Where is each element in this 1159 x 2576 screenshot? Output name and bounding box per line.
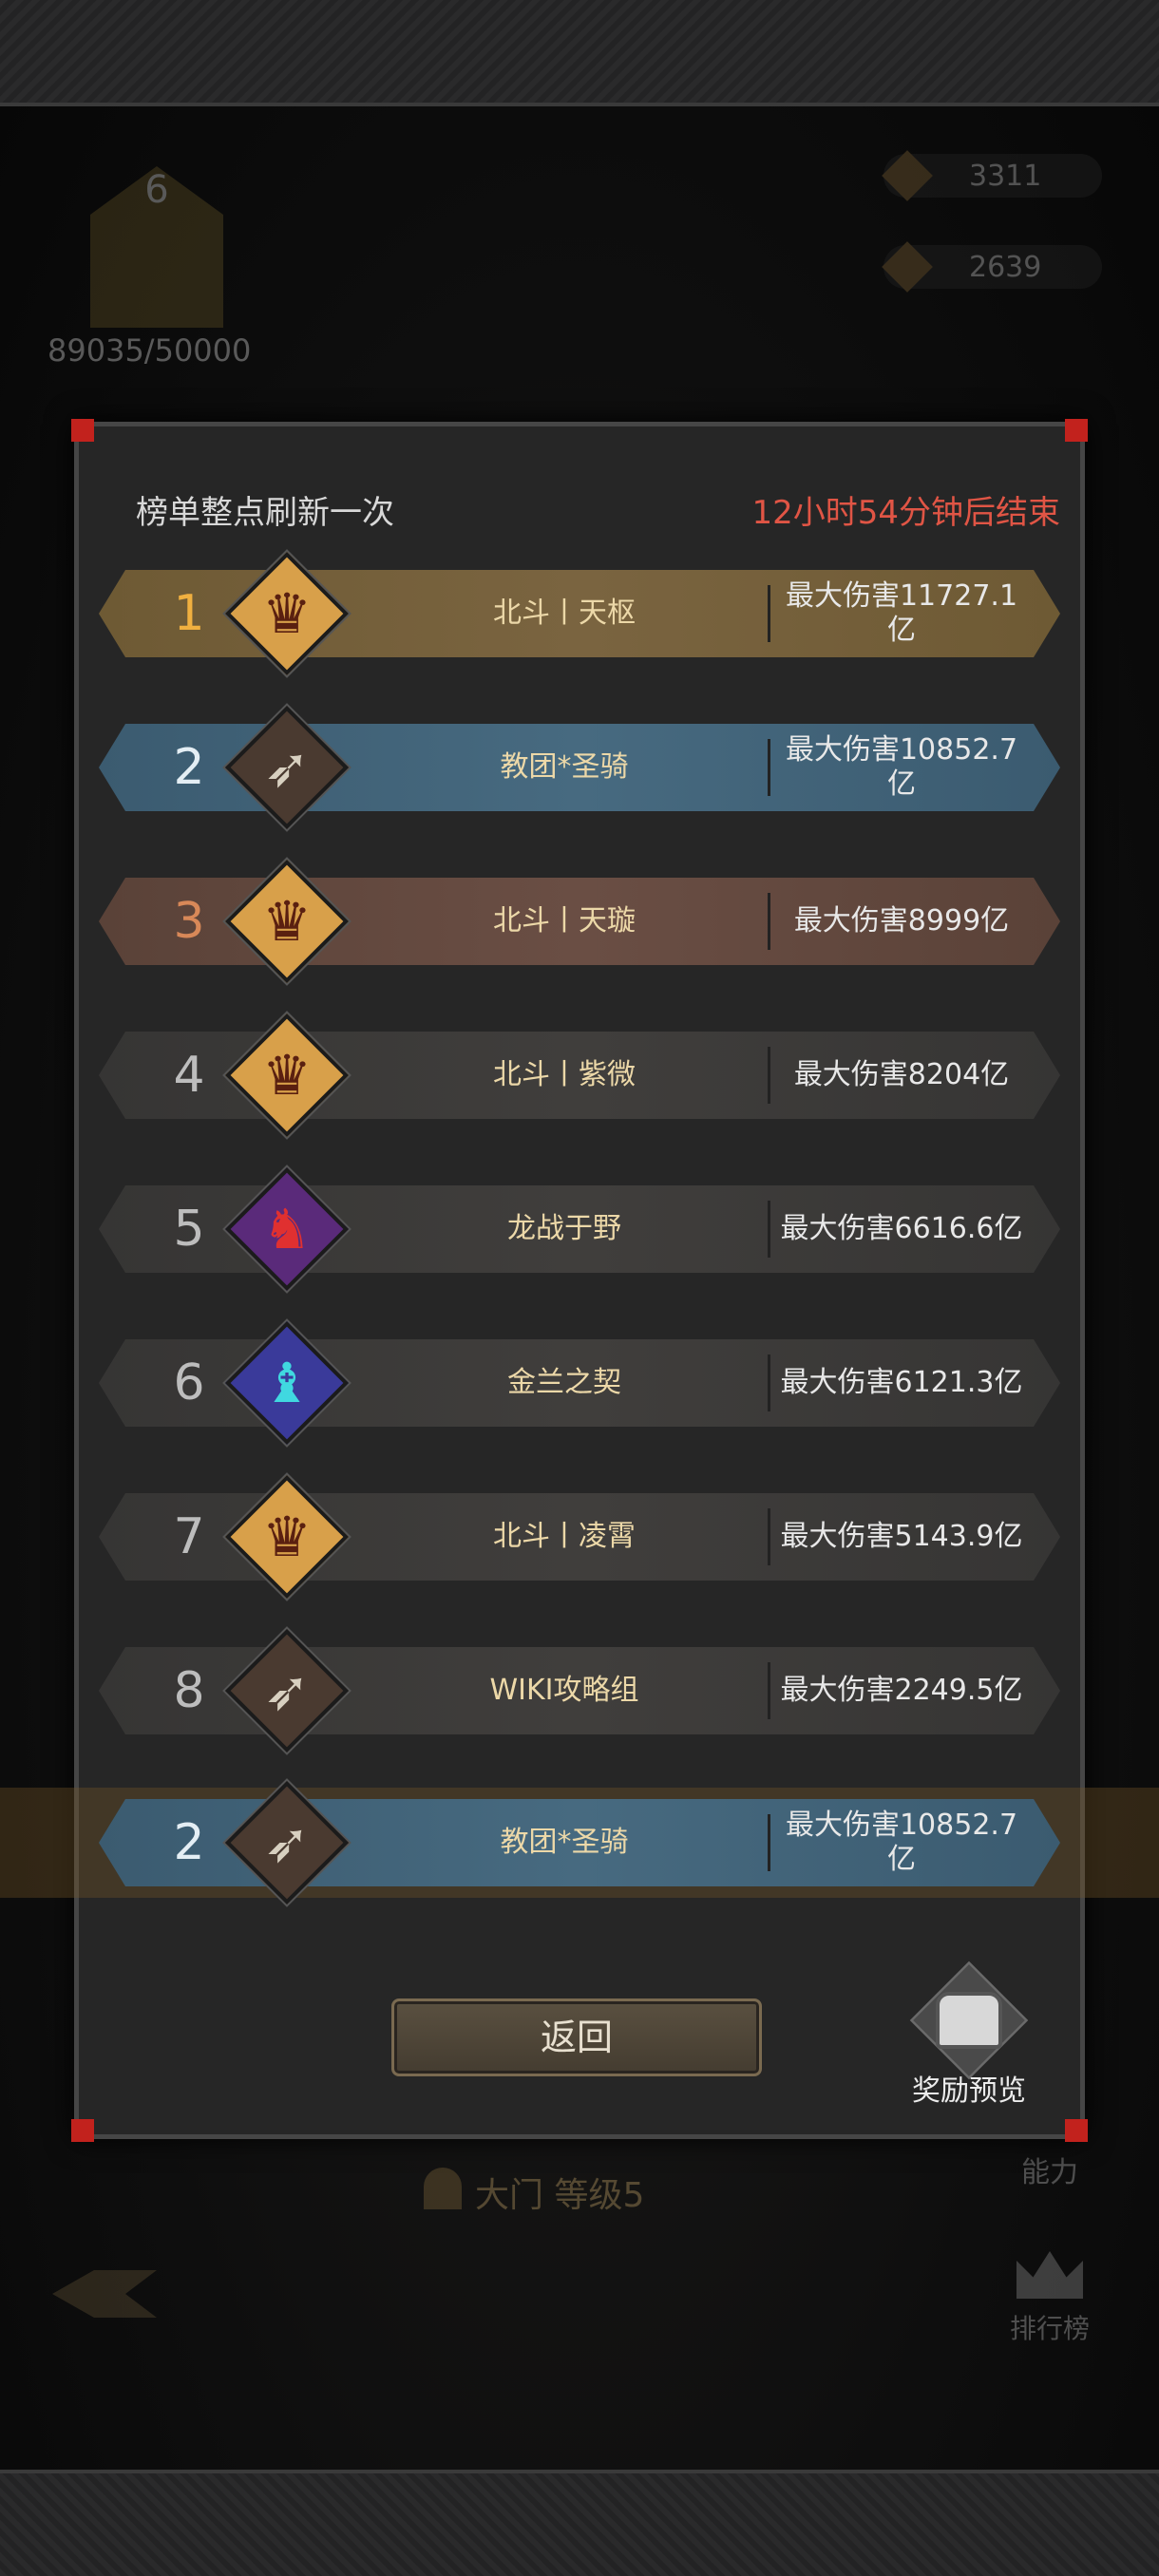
back-button[interactable]: 返回 — [391, 1998, 762, 2076]
gate-label: 大门 等级5 — [424, 2168, 645, 2217]
nav-back-arrow[interactable] — [52, 2270, 157, 2318]
ranking-row-4[interactable]: 4 ♛ 北斗丨紫微 最大伤害8204亿 — [99, 1013, 1060, 1138]
divider — [768, 1354, 770, 1411]
reward-preview-label: 奖励预览 — [912, 2074, 1026, 2108]
gate-level-text: 大门 等级5 — [475, 2176, 645, 2215]
guild-name: 龙战于野 — [507, 1212, 621, 1245]
resource-2: 2639 — [882, 241, 1102, 293]
guild-emblem: ➶ — [224, 705, 350, 830]
guild-name: 北斗丨凌霄 — [493, 1520, 636, 1553]
leaderboard-label: 排行榜 — [1009, 2313, 1090, 2344]
lion-crest-icon: ♛ — [262, 1505, 312, 1569]
guild-emblem: ➶ — [224, 1628, 350, 1753]
bow-icon: ➶ — [263, 1810, 311, 1875]
max-damage: 最大伤害10852.7亿 — [785, 733, 1018, 801]
level-badge[interactable]: 6 — [66, 157, 247, 337]
lion-crest-icon: ♛ — [262, 581, 312, 646]
max-damage: 最大伤害6616.6亿 — [780, 1212, 1023, 1245]
ranking-row-7[interactable]: 7 ♛ 北斗丨凌霄 最大伤害5143.9亿 — [99, 1474, 1060, 1600]
guild-emblem: ♛ — [224, 551, 350, 676]
resource-1-value: 3311 — [969, 160, 1042, 193]
divider — [768, 739, 770, 796]
gate-icon — [424, 2168, 462, 2209]
max-damage: 最大伤害8204亿 — [793, 1058, 1010, 1091]
resource-1: 3311 — [882, 150, 1102, 201]
ranking-row-6[interactable]: 6 ♝ 金兰之契 最大伤害6121.3亿 — [99, 1320, 1060, 1446]
guild-name: 北斗丨紫微 — [493, 1058, 636, 1091]
divider — [768, 1201, 770, 1258]
guild-name: WIKI攻略组 — [489, 1674, 639, 1707]
refresh-note: 榜单整点刷新一次 — [136, 494, 394, 532]
max-damage: 最大伤害6121.3亿 — [780, 1366, 1023, 1399]
dragon-icon: ♞ — [262, 1197, 312, 1261]
crown-icon — [1016, 2251, 1083, 2299]
lion-crest-icon: ♛ — [262, 1043, 312, 1108]
divider — [768, 1047, 770, 1104]
mage-icon: ♝ — [262, 1351, 312, 1415]
divider — [768, 1662, 770, 1719]
lion-crest-icon: ♛ — [262, 889, 312, 954]
ranking-row-1[interactable]: 1 ♛ 北斗丨天枢 最大伤害11727.1亿 — [99, 551, 1060, 676]
leaderboard-button[interactable]: 排行榜 — [998, 2251, 1102, 2365]
guild-name: 教团*圣骑 — [500, 1826, 629, 1859]
divider — [768, 1814, 770, 1871]
divider — [768, 585, 770, 642]
guild-emblem: ➶ — [224, 1780, 350, 1905]
reward-preview-button[interactable]: 奖励预览 — [902, 1960, 1036, 2111]
ranking-row-2[interactable]: 2 ➶ 教团*圣骑 最大伤害10852.7亿 — [99, 705, 1060, 830]
guild-name: 北斗丨天枢 — [493, 597, 636, 630]
ranking-row-5[interactable]: 5 ♞ 龙战于野 最大伤害6616.6亿 — [99, 1166, 1060, 1292]
progress-text: 89035/50000 — [48, 332, 252, 369]
bow-icon: ➶ — [263, 1658, 311, 1723]
guild-emblem: ♛ — [224, 859, 350, 984]
level-number: 6 — [144, 168, 169, 212]
max-damage: 最大伤害10852.7亿 — [785, 1809, 1018, 1876]
corner-ornament — [71, 2119, 94, 2142]
guild-name: 教团*圣骑 — [500, 750, 629, 784]
guild-emblem: ♛ — [224, 1474, 350, 1600]
arrow-left-icon — [52, 2270, 157, 2318]
guild-emblem: ♝ — [224, 1320, 350, 1446]
max-damage: 最大伤害2249.5亿 — [780, 1674, 1023, 1707]
ranking-row-8[interactable]: 8 ➶ WIKI攻略组 最大伤害2249.5亿 — [99, 1628, 1060, 1753]
countdown-timer: 12小时54分钟后结束 — [751, 494, 1060, 532]
max-damage: 最大伤害11727.1亿 — [785, 579, 1018, 647]
divider — [768, 1508, 770, 1565]
corner-ornament — [1065, 2119, 1088, 2142]
resource-2-value: 2639 — [969, 251, 1042, 284]
treasure-chest-icon — [936, 1992, 1002, 2049]
guild-name: 北斗丨天璇 — [493, 904, 636, 938]
guild-emblem: ♞ — [224, 1166, 350, 1292]
divider — [768, 893, 770, 950]
corner-ornament — [1065, 419, 1088, 442]
guild-name: 金兰之契 — [507, 1366, 621, 1399]
max-damage: 最大伤害5143.9亿 — [780, 1520, 1023, 1553]
top-frame — [0, 0, 1159, 106]
ranking-row-3[interactable]: 3 ♛ 北斗丨天璇 最大伤害8999亿 — [99, 859, 1060, 984]
corner-ornament — [71, 419, 94, 442]
guild-emblem: ♛ — [224, 1013, 350, 1138]
bottom-frame — [0, 2470, 1159, 2576]
power-label: 能力 — [1021, 2156, 1078, 2189]
max-damage: 最大伤害8999亿 — [793, 904, 1010, 938]
my-ranking-row[interactable]: 2 ➶ 教团*圣骑 最大伤害10852.7亿 — [99, 1780, 1060, 1905]
bow-icon: ➶ — [263, 735, 311, 800]
